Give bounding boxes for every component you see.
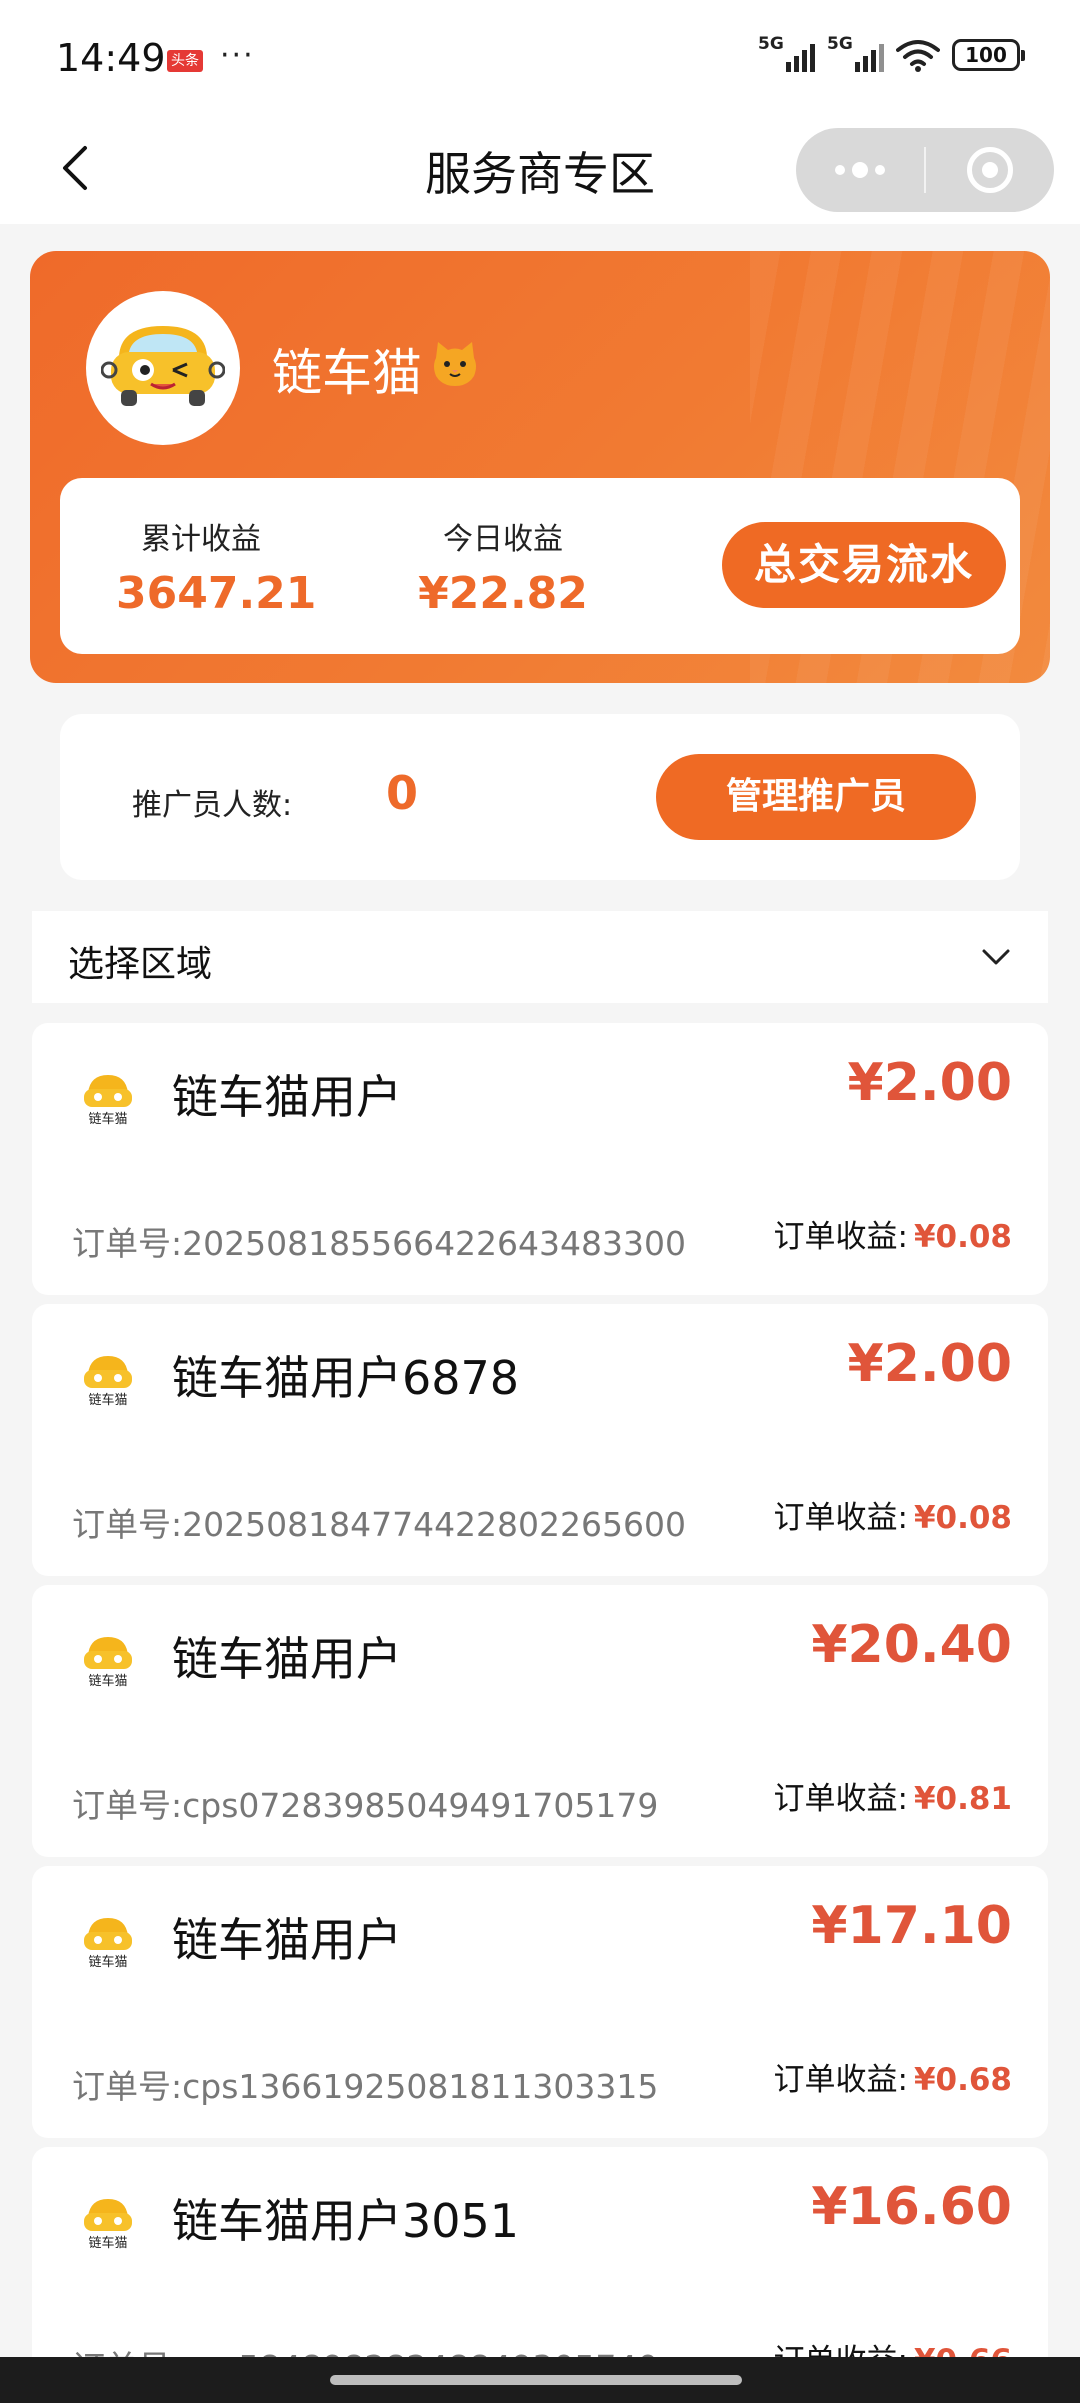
order-number: 订单号:20250818556642264348330​0 [72, 1224, 687, 1263]
chevron-down-icon [982, 949, 1010, 965]
total-earnings: 累计收益 3647.21 [116, 514, 317, 619]
manage-promoters-button[interactable]: 管理推广员 [656, 754, 976, 840]
svg-text:链车猫: 链车猫 [88, 1392, 127, 1408]
order-amount: ¥2.00 [847, 1334, 1012, 1394]
mini-program-capsule [796, 128, 1054, 212]
promoter-count-label: 推广员人数: [132, 788, 293, 823]
news-app-badge: 头条 [167, 50, 203, 72]
close-program-button[interactable] [926, 128, 1054, 212]
order-amount: ¥16.60 [811, 2177, 1012, 2237]
signal-icon: 5G [758, 34, 815, 72]
region-label: 选择区域 [68, 944, 213, 985]
svg-text:链车猫: 链车猫 [88, 2235, 127, 2251]
signal-icon-2: 5G [827, 34, 884, 72]
order-earnings-value: ¥0.68 [913, 2062, 1012, 2098]
order-earnings: 订单收益: ¥0.68 [773, 2054, 1012, 2099]
today-earnings-value: ¥22.82 [418, 568, 588, 619]
order-earnings-value: ¥0.08 [913, 1500, 1012, 1536]
brand-logo-icon: 链车猫 [76, 1063, 140, 1127]
more-menu-button[interactable] [796, 128, 924, 212]
order-card[interactable]: 链车猫 链车猫用户6878 ¥2.00 订单号:2025081847744228… [32, 1304, 1048, 1576]
brand-logo-icon: 链车猫 [76, 1625, 140, 1689]
today-earnings: 今日收益 ¥22.82 [408, 514, 598, 619]
status-indicators: 5G 5G 100 [758, 34, 1025, 72]
order-customer-name: 链车猫用户 [172, 1913, 402, 1967]
order-number: 订单号:cps13661925081811303315 [72, 2067, 659, 2106]
total-earnings-label: 累计收益 [141, 522, 261, 557]
brand-logo-icon: 链车猫 [76, 1906, 140, 1970]
profile-name-text: 链车猫 [272, 344, 422, 402]
svg-text:链车猫: 链车猫 [88, 1673, 127, 1689]
order-earnings-label: 订单收益: [773, 1219, 908, 1255]
earnings-summary: 累计收益 3647.21 今日收益 ¥22.82 总交易流水 [60, 478, 1020, 654]
cat-emoji-icon [428, 336, 482, 402]
status-time: 14:49 [56, 36, 166, 80]
avatar [86, 291, 240, 445]
order-earnings: 订单收益: ¥0.81 [773, 1773, 1012, 1818]
home-indicator[interactable] [330, 2375, 742, 2385]
brand-logo-icon: 链车猫 [76, 1344, 140, 1408]
nav-bar: 服务商专区 [0, 120, 1080, 224]
order-amount: ¥17.10 [811, 1896, 1012, 1956]
status-bar: 14:49 头条 ··· 5G 5G 100 [0, 0, 1080, 120]
brand-logo-icon: 链车猫 [76, 2187, 140, 2251]
order-number: 订单号:2025081847744228022656​00 [72, 1505, 687, 1544]
chevron-left-icon [63, 146, 87, 190]
order-earnings-label: 订单收益: [773, 2062, 908, 2098]
signal-label-2: 5G [827, 34, 853, 54]
total-transaction-flow-button[interactable]: 总交易流水 [722, 522, 1006, 608]
promoter-card: 推广员人数: 0 管理推广员 [60, 714, 1020, 880]
profile-name: 链车猫 [272, 333, 482, 405]
svg-text:链车猫: 链车猫 [88, 1954, 127, 1970]
order-customer-name: 链车猫用户 [172, 1070, 402, 1124]
order-earnings-label: 订单收益: [773, 1500, 908, 1536]
promoter-count-value: 0 [386, 766, 419, 820]
order-number: 订单号:cps07283985049491705179 [72, 1786, 659, 1825]
order-amount: ¥20.40 [811, 1615, 1012, 1675]
order-earnings-value: ¥0.81 [913, 1781, 1012, 1817]
total-earnings-value: 3647.21 [116, 568, 317, 619]
bottom-gesture-bar [0, 2357, 1080, 2403]
back-button[interactable] [44, 138, 104, 198]
target-icon [967, 147, 1013, 193]
order-customer-name: 链车猫用户6878 [172, 1351, 520, 1405]
order-card[interactable]: 链车猫 链车猫用户 ¥20.40 订单号:cps0728398504949170… [32, 1585, 1048, 1857]
order-earnings-label: 订单收益: [773, 1781, 908, 1817]
order-list: 链车猫 链车猫用户 ¥2.00 订单号:20250818556642264348… [32, 1023, 1048, 2403]
profile-card: 链车猫 累计收益 3647.21 今日收益 ¥22.82 总交易流水 [30, 251, 1050, 683]
today-earnings-label: 今日收益 [443, 522, 563, 557]
order-customer-name: 链车猫用户 [172, 1632, 402, 1686]
order-card[interactable]: 链车猫 链车猫用户 ¥2.00 订单号:20250818556642264348… [32, 1023, 1048, 1295]
order-amount: ¥2.00 [847, 1053, 1012, 1113]
order-earnings-value: ¥0.08 [913, 1219, 1012, 1255]
order-card[interactable]: 链车猫 链车猫用户 ¥17.10 订单号:cps1366192508181130… [32, 1866, 1048, 2138]
wifi-icon [896, 40, 940, 72]
order-customer-name: 链车猫用户3051 [172, 2194, 520, 2248]
battery-icon: 100 [952, 39, 1025, 71]
order-earnings: 订单收益: ¥0.08 [773, 1492, 1012, 1537]
signal-label: 5G [758, 34, 784, 54]
more-notifications-icon: ··· [220, 38, 255, 73]
car-mascot-icon [101, 326, 225, 406]
region-selector[interactable]: 选择区域 [32, 911, 1048, 1003]
svg-text:链车猫: 链车猫 [88, 1111, 127, 1127]
order-earnings: 订单收益: ¥0.08 [773, 1211, 1012, 1256]
